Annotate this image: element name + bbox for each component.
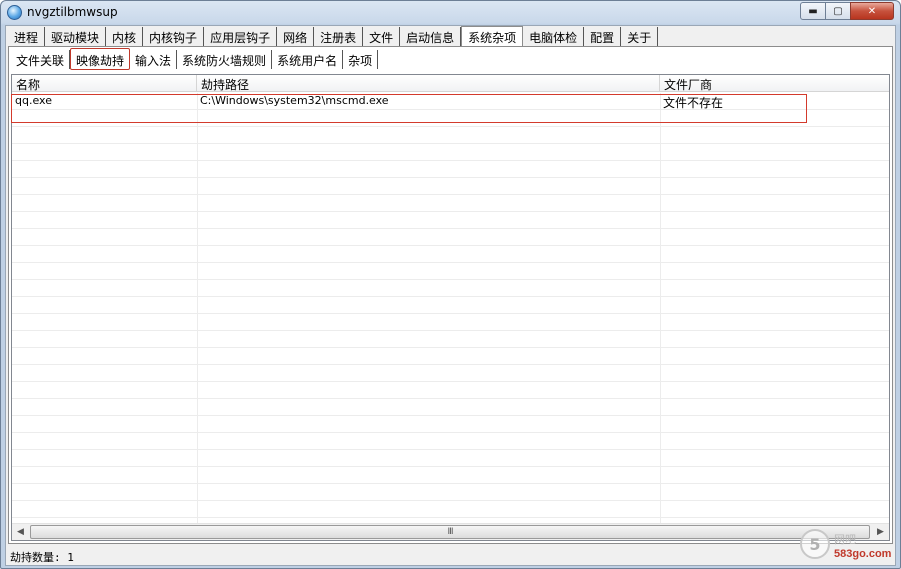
tab-about[interactable]: 关于 (621, 27, 659, 46)
tab-kernel[interactable]: 内核 (106, 27, 144, 46)
maximize-button[interactable]: ▢ (825, 2, 851, 20)
tab-app-hooks[interactable]: 应用层钩子 (204, 27, 278, 46)
close-button[interactable]: ✕ (850, 2, 894, 20)
window-controls: ▬ ▢ ✕ (800, 2, 894, 20)
subtab-input-method[interactable]: 输入法 (130, 50, 178, 69)
tab-kernel-hooks[interactable]: 内核钩子 (143, 27, 205, 46)
watermark-logo-icon: 5 (800, 529, 830, 559)
app-window: nvgztilbmwsup ▬ ▢ ✕ 进程 驱动模块 内核 内核钩子 应用层钩… (0, 0, 901, 569)
tab-files[interactable]: 文件 (363, 27, 401, 46)
tab-network[interactable]: 网络 (277, 27, 315, 46)
column-header-name[interactable]: 名称 (12, 75, 197, 92)
watermark-top-text: 网吧 (834, 533, 856, 546)
status-bar: 劫持数量: 1 (10, 551, 74, 564)
tab-startup-info[interactable]: 启动信息 (400, 27, 462, 46)
subtab-system-users[interactable]: 系统用户名 (272, 50, 344, 69)
tab-processes[interactable]: 进程 (8, 27, 46, 46)
title-bar[interactable]: nvgztilbmwsup ▬ ▢ ✕ (1, 1, 900, 25)
scroll-thumb[interactable]: III (30, 525, 870, 539)
main-tabs: 进程 驱动模块 内核 内核钩子 应用层钩子 网络 注册表 文件 启动信息 系统杂… (8, 26, 659, 47)
hijack-list[interactable]: 名称 劫持路径 文件厂商 qq.exe C:\Windows\system32\… (11, 74, 890, 541)
column-divider (660, 93, 661, 524)
row-highlight-annotation (11, 94, 807, 123)
subtab-image-hijack[interactable]: 映像劫持 (70, 48, 131, 70)
minimize-button[interactable]: ▬ (800, 2, 826, 20)
horizontal-scrollbar[interactable]: ◀ III ▶ (12, 523, 889, 540)
column-header-vendor[interactable]: 文件厂商 (660, 75, 889, 92)
list-body: qq.exe C:\Windows\system32\mscmd.exe 文件不… (12, 93, 889, 524)
tab-system-misc[interactable]: 系统杂项 (461, 26, 524, 47)
subtab-firewall-rules[interactable]: 系统防火墙规则 (177, 50, 273, 69)
watermark-site-text: 583go.com (834, 548, 892, 560)
subtab-file-association[interactable]: 文件关联 (11, 50, 71, 69)
tab-registry[interactable]: 注册表 (314, 27, 364, 46)
grip-icon: III (447, 527, 454, 537)
tab-driver-modules[interactable]: 驱动模块 (45, 27, 107, 46)
scroll-left-icon[interactable]: ◀ (12, 524, 29, 540)
app-icon (7, 5, 22, 20)
site-watermark: 5 网吧 583go.com (800, 529, 896, 565)
tab-config[interactable]: 配置 (584, 27, 622, 46)
list-header: 名称 劫持路径 文件厂商 (12, 75, 889, 92)
column-divider (197, 93, 198, 524)
column-header-path[interactable]: 劫持路径 (197, 75, 660, 92)
tab-pc-checkup[interactable]: 电脑体检 (523, 27, 585, 46)
subtab-misc[interactable]: 杂项 (343, 50, 379, 69)
window-title: nvgztilbmwsup (27, 5, 118, 19)
sub-tabs: 文件关联 映像劫持 输入法 系统防火墙规则 系统用户名 杂项 (11, 48, 379, 70)
